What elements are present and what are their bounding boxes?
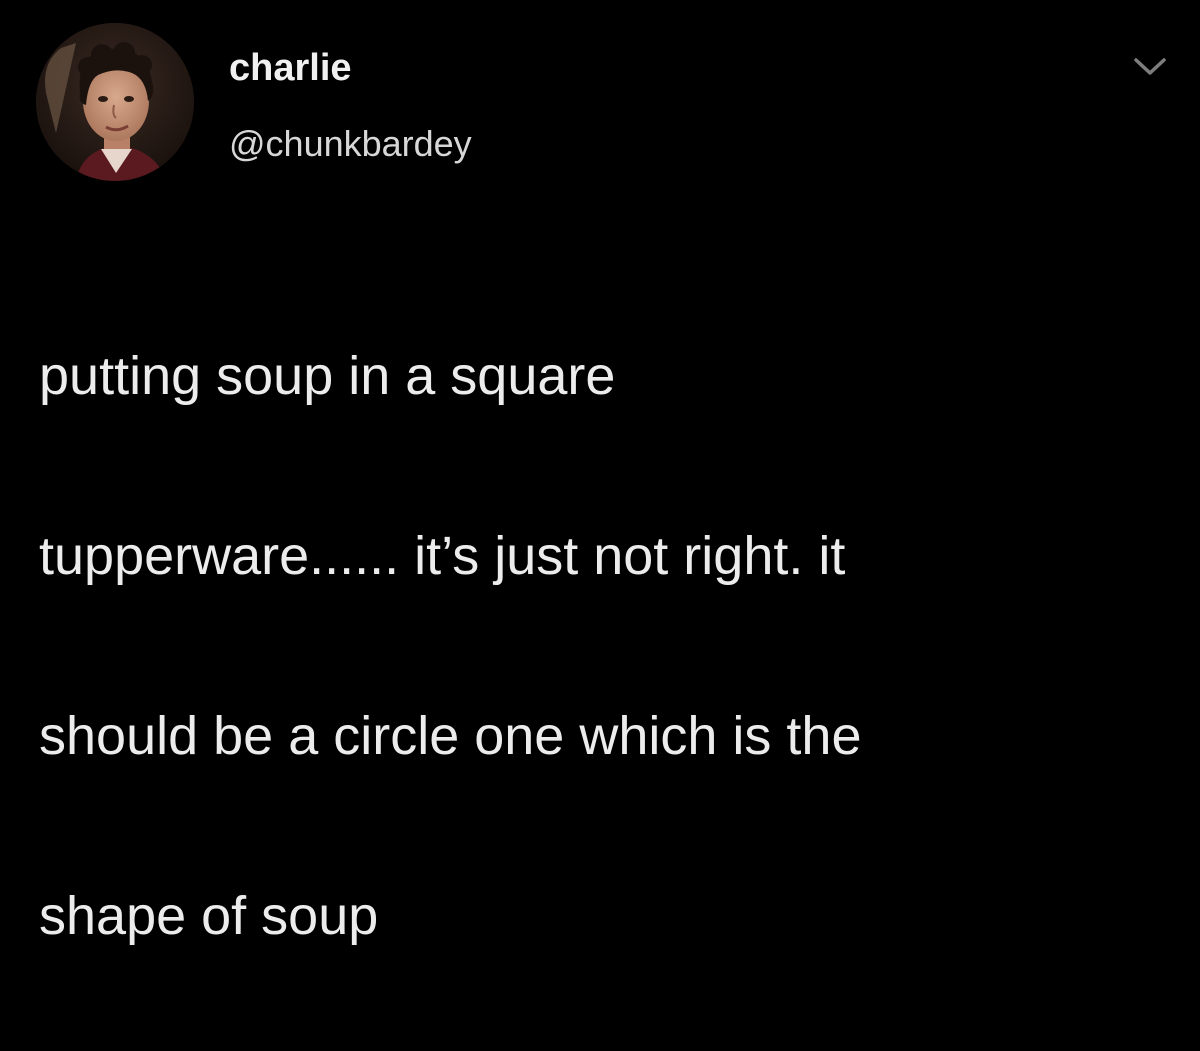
profile-photo-icon: [36, 23, 194, 181]
tweet-text-line: tupperware...... it’s just not right. it: [39, 526, 846, 586]
tweet-text-line: shape of soup: [39, 886, 379, 946]
tweet-text-line: should be a circle one which is the: [39, 706, 862, 766]
tweet-text-line: putting soup in a square: [39, 346, 616, 406]
tweet-text: putting soup in a square tupperware.....…: [39, 241, 1169, 1051]
avatar[interactable]: [36, 23, 194, 181]
tweet-card: charlie @chunkbardey putting soup in a s…: [0, 0, 1200, 946]
user-handle[interactable]: @chunkbardey: [229, 121, 472, 167]
display-name[interactable]: charlie: [229, 44, 352, 92]
chevron-down-icon[interactable]: [1132, 56, 1168, 78]
